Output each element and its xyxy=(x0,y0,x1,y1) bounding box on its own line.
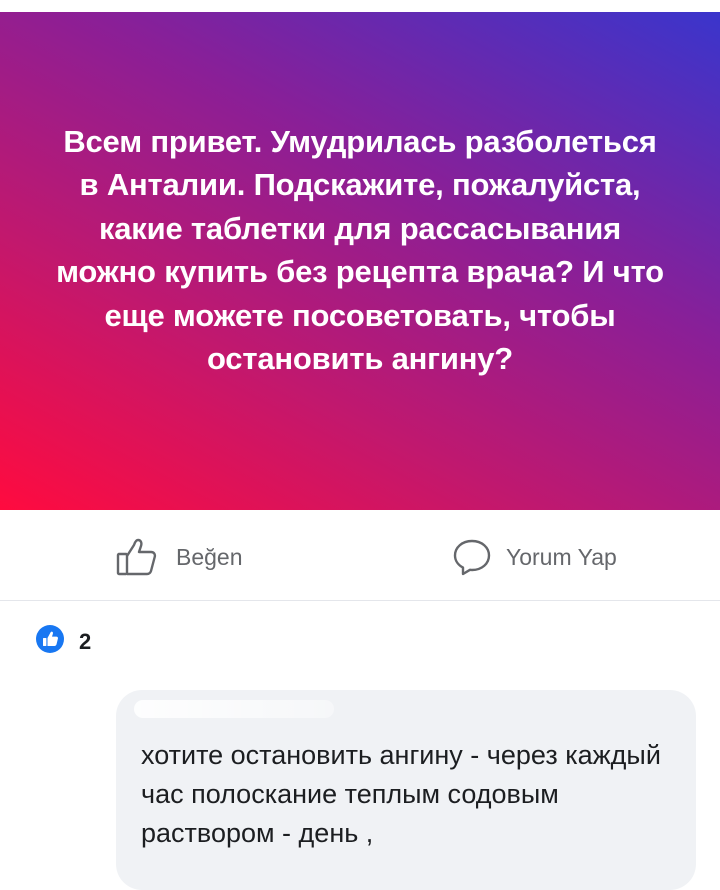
comment-button[interactable]: Yorum Yap xyxy=(452,537,617,577)
like-button[interactable]: Beğen xyxy=(116,537,243,577)
like-button-label: Beğen xyxy=(176,543,243,570)
comment-text: хотите остановить ангину - через каждый … xyxy=(141,740,661,848)
speech-bubble-outline-icon xyxy=(452,537,492,577)
like-reaction-icon xyxy=(36,625,64,658)
thumbs-up-outline-icon xyxy=(116,537,160,577)
post-background-banner: Всем привет. Умудрилась разболеться в Ан… xyxy=(0,12,720,510)
comment-author-blurred xyxy=(134,700,334,718)
post-actions-bar: Beğen Yorum Yap xyxy=(0,510,720,600)
reaction-count: 2 xyxy=(79,628,92,654)
post-text: Всем привет. Умудрилась разболеться в Ан… xyxy=(56,123,664,377)
divider xyxy=(0,600,720,601)
comment-button-label: Yorum Yap xyxy=(506,543,617,570)
top-strip xyxy=(0,0,720,12)
comment-bubble: хотите остановить ангину - через каждый … xyxy=(116,690,696,890)
reactions-summary[interactable]: 2 xyxy=(36,625,91,658)
